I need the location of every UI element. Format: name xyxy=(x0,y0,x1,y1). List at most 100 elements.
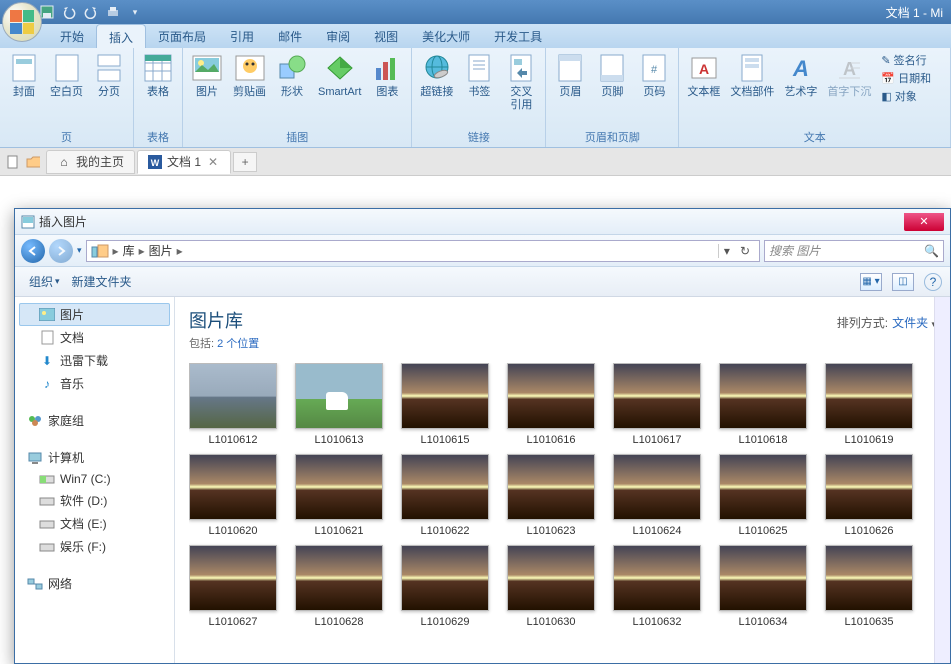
thumbnail-label: L1010628 xyxy=(315,616,364,628)
nav-back-button[interactable] xyxy=(21,239,45,263)
file-thumbnail[interactable]: L1010613 xyxy=(295,363,383,446)
hyperlink-button[interactable]: 超链接 xyxy=(416,50,457,101)
file-thumbnail[interactable]: L1010634 xyxy=(719,545,807,628)
file-thumbnail[interactable]: L1010625 xyxy=(719,454,807,537)
dialog-title-bar[interactable]: 插入图片 ✕ xyxy=(15,209,950,235)
table-button[interactable]: 表格 xyxy=(138,50,178,101)
ribbon-tab-start[interactable]: 开始 xyxy=(48,24,96,48)
datetime-button[interactable]: 📅日期和 xyxy=(881,70,931,86)
undo-icon[interactable] xyxy=(61,4,77,20)
chevron-right-icon[interactable]: ▸ xyxy=(111,244,121,258)
ribbon-tab-insert[interactable]: 插入 xyxy=(96,24,146,48)
chevron-down-icon[interactable]: ▾ xyxy=(719,244,735,258)
view-options-button[interactable]: ▦ ▾ xyxy=(860,273,882,291)
file-thumbnail[interactable]: L1010635 xyxy=(825,545,913,628)
file-thumbnail[interactable]: L1010624 xyxy=(613,454,701,537)
file-thumbnail[interactable]: L1010626 xyxy=(825,454,913,537)
file-thumbnail[interactable]: L1010617 xyxy=(613,363,701,446)
picture-button[interactable]: 图片 xyxy=(187,50,227,101)
tree-item-homegroup[interactable]: 家庭组 xyxy=(19,409,170,432)
file-thumbnail[interactable]: L1010619 xyxy=(825,363,913,446)
file-thumbnail[interactable]: L1010616 xyxy=(507,363,595,446)
clipart-button[interactable]: 剪贴画 xyxy=(229,50,270,101)
office-button[interactable] xyxy=(2,2,42,42)
blank-page-button[interactable]: 空白页 xyxy=(46,50,87,101)
chevron-right-icon[interactable]: ▸ xyxy=(175,244,185,258)
tree-item-downloads[interactable]: ⬇迅雷下载 xyxy=(19,349,170,372)
nav-dropdown-icon[interactable]: ▾ xyxy=(77,245,82,256)
file-thumbnail[interactable]: L1010628 xyxy=(295,545,383,628)
tree-item-drive-e[interactable]: 文档 (E:) xyxy=(19,512,170,535)
object-button[interactable]: ◧对象 xyxy=(881,88,931,104)
redo-icon[interactable] xyxy=(83,4,99,20)
ribbon-tab-view[interactable]: 视图 xyxy=(362,24,410,48)
ribbon-tab-pagelayout[interactable]: 页面布局 xyxy=(146,24,218,48)
tree-item-music[interactable]: ♪音乐 xyxy=(19,372,170,395)
file-thumbnail[interactable]: L1010629 xyxy=(401,545,489,628)
bookmark-button[interactable]: 书签 xyxy=(459,50,499,101)
wordart-button[interactable]: A艺术字 xyxy=(780,50,821,101)
group-headerfooter: 页眉 页脚 #页码 页眉和页脚 xyxy=(546,48,679,147)
document-tab-home[interactable]: ⌂ 我的主页 xyxy=(46,150,135,174)
file-thumbnail[interactable]: L1010622 xyxy=(401,454,489,537)
nav-forward-button[interactable] xyxy=(49,239,73,263)
tree-item-drive-d[interactable]: 软件 (D:) xyxy=(19,489,170,512)
tree-item-drive-c[interactable]: Win7 (C:) xyxy=(19,469,170,489)
tree-item-network[interactable]: 网络 xyxy=(19,572,170,595)
document-tab-doc1[interactable]: W 文档 1 ✕ xyxy=(137,150,231,174)
cover-page-button[interactable]: 封面 xyxy=(4,50,44,101)
tree-item-drive-f[interactable]: 娱乐 (F:) xyxy=(19,535,170,558)
open-folder-icon[interactable] xyxy=(26,155,40,169)
ribbon-tab-dev[interactable]: 开发工具 xyxy=(482,24,554,48)
file-thumbnail[interactable]: L1010621 xyxy=(295,454,383,537)
tree-item-documents[interactable]: 文档 xyxy=(19,326,170,349)
footer-button[interactable]: 页脚 xyxy=(592,50,632,101)
search-icon[interactable]: 🔍 xyxy=(924,244,939,258)
preview-pane-button[interactable]: ◫ xyxy=(892,273,914,291)
tree-item-computer[interactable]: 计算机 xyxy=(19,446,170,469)
file-thumbnail[interactable]: L1010618 xyxy=(719,363,807,446)
file-thumbnail[interactable]: L1010620 xyxy=(189,454,277,537)
file-thumbnail[interactable]: L1010627 xyxy=(189,545,277,628)
vertical-scrollbar[interactable] xyxy=(934,297,950,663)
ribbon-tab-review[interactable]: 审阅 xyxy=(314,24,362,48)
header-button[interactable]: 页眉 xyxy=(550,50,590,101)
library-locations-link[interactable]: 2 个位置 xyxy=(217,338,259,350)
chevron-right-icon[interactable]: ▸ xyxy=(137,244,147,258)
shapes-button[interactable]: 形状 xyxy=(272,50,312,101)
thumbnail-image xyxy=(719,363,807,429)
search-input[interactable]: 搜索 图片 🔍 xyxy=(764,240,944,262)
print-icon[interactable] xyxy=(105,4,121,20)
chart-button[interactable]: 图表 xyxy=(367,50,407,101)
file-thumbnail[interactable]: L1010632 xyxy=(613,545,701,628)
pagenum-button[interactable]: #页码 xyxy=(634,50,674,101)
file-thumbnail[interactable]: L1010612 xyxy=(189,363,277,446)
address-breadcrumb[interactable]: ▸ 库 ▸ 图片 ▸ ▾ ↻ xyxy=(86,240,760,262)
docparts-button[interactable]: 文档部件 xyxy=(726,50,778,101)
crossref-button[interactable]: 交叉 引用 xyxy=(501,50,541,114)
new-folder-button[interactable]: 新建文件夹 xyxy=(66,273,138,290)
close-icon[interactable]: ✕ xyxy=(206,155,220,169)
organize-menu[interactable]: 组织▾ xyxy=(23,273,66,290)
ribbon-tab-references[interactable]: 引用 xyxy=(218,24,266,48)
page-break-button[interactable]: 分页 xyxy=(89,50,129,101)
close-button[interactable]: ✕ xyxy=(904,213,944,231)
smartart-button[interactable]: SmartArt xyxy=(314,50,365,101)
signature-line-button[interactable]: ✎签名行 xyxy=(881,52,931,68)
file-thumbnail[interactable]: L1010615 xyxy=(401,363,489,446)
ribbon-tab-beautify[interactable]: 美化大师 xyxy=(410,24,482,48)
tree-item-pictures[interactable]: 图片 xyxy=(19,303,170,326)
sort-control[interactable]: 排列方式:文件夹 ▾ xyxy=(837,314,936,331)
qat-more-icon[interactable]: ▾ xyxy=(127,4,143,20)
textbox-button[interactable]: A文本框 xyxy=(683,50,724,101)
ribbon-tab-mail[interactable]: 邮件 xyxy=(266,24,314,48)
refresh-icon[interactable]: ↻ xyxy=(735,244,755,258)
file-thumbnail[interactable]: L1010623 xyxy=(507,454,595,537)
help-icon[interactable]: ? xyxy=(924,273,942,291)
file-thumbnail[interactable]: L1010630 xyxy=(507,545,595,628)
breadcrumb-item[interactable]: 库 xyxy=(123,242,135,259)
breadcrumb-item[interactable]: 图片 xyxy=(149,242,173,259)
add-tab-button[interactable]: + xyxy=(233,152,257,172)
thumbnail-image xyxy=(507,454,595,520)
new-doc-icon[interactable] xyxy=(6,155,20,169)
